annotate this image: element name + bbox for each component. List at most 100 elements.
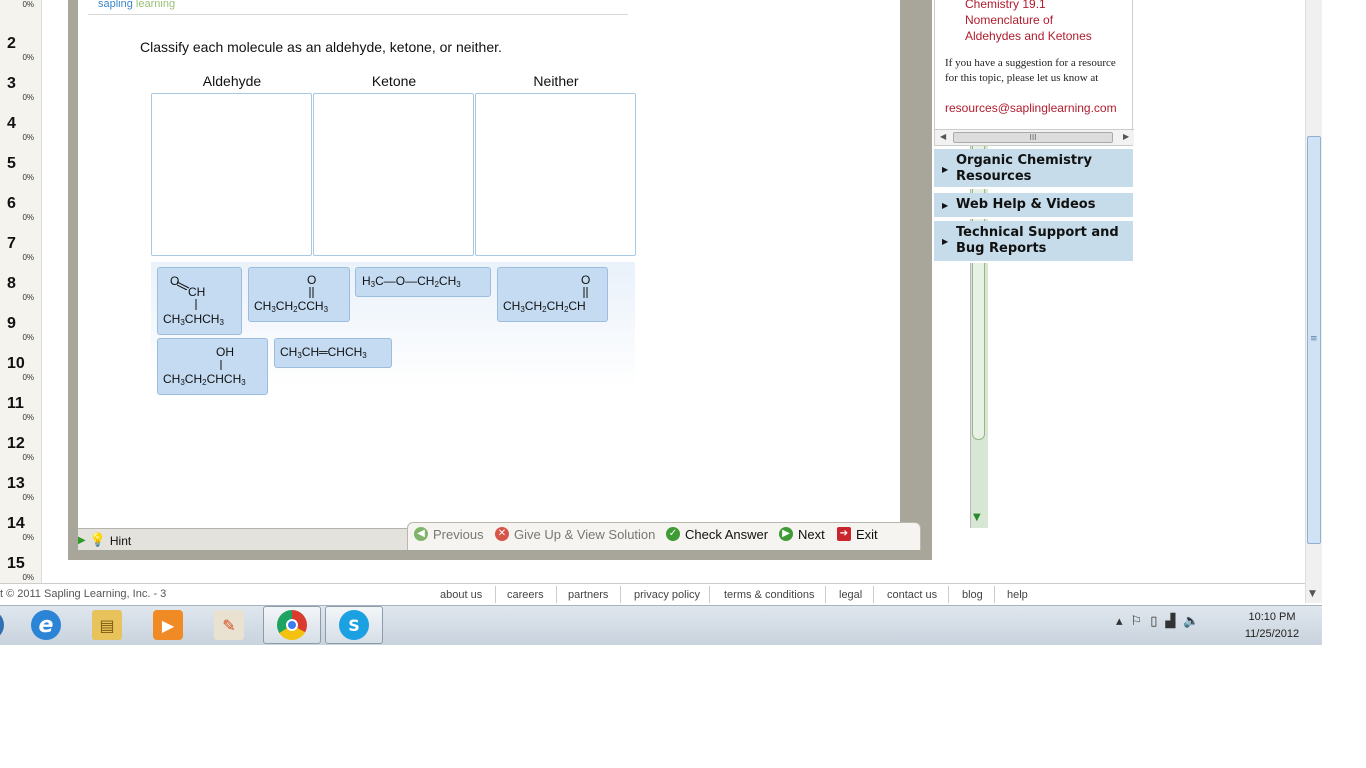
question-item-3[interactable]: 3 0% (0, 75, 42, 115)
drop-zone-aldehyde[interactable] (151, 93, 312, 256)
exit-label: Exit (856, 526, 878, 542)
resource-link-line: Chemistry 19.1 (965, 0, 1046, 11)
question-number: 3 (7, 75, 16, 92)
question-item-14[interactable]: 14 0% (0, 515, 42, 555)
content-gutter (42, 0, 68, 583)
page-scroll-down-icon[interactable]: ▼ (1309, 589, 1316, 599)
taskbar-clock[interactable]: 10:10 PM 11/25/2012 (1236, 609, 1308, 643)
chrome-icon (277, 610, 307, 640)
question-score: 0% (22, 53, 34, 62)
next-button[interactable]: ▶ Next (779, 525, 825, 543)
action-center-flag-icon[interactable]: ⚐ (1131, 614, 1143, 629)
molecule-tile-butanal[interactable]: O CH3CH2CH2CH (497, 267, 608, 322)
start-button[interactable]: ⊞ (0, 606, 18, 644)
section-organic-chemistry-resources[interactable]: ▶ Organic Chemistry Resources (934, 149, 1133, 189)
previous-button[interactable]: ◀ Previous (414, 525, 484, 543)
give-up-x-icon: ✕ (495, 527, 509, 541)
file-explorer-icon: ▤ (92, 610, 122, 640)
footer-divider (948, 586, 949, 603)
footer-link-legal[interactable]: legal (839, 589, 862, 601)
question-item-10[interactable]: 10 0% (0, 355, 42, 395)
section-technical-support[interactable]: ▶ Technical Support and Bug Reports (934, 221, 1133, 263)
drop-zone-ketone[interactable] (313, 93, 474, 256)
question-item-11[interactable]: 11 0% (0, 395, 42, 435)
question-item-8[interactable]: 8 0% (0, 275, 42, 315)
single-bond-line (220, 360, 222, 370)
question-item-1[interactable]: 10% (0, 0, 42, 22)
taskbar-media-player[interactable]: ▶ (139, 606, 197, 644)
question-score: 0% (22, 253, 34, 262)
molecule-tile-2-butanol[interactable]: OH CH3CH2CHCH3 (157, 338, 268, 395)
question-item-12[interactable]: 12 0% (0, 435, 42, 475)
battery-icon[interactable]: ▯ (1150, 614, 1157, 629)
footer-link-help[interactable]: help (1007, 589, 1028, 601)
next-arrow-icon: ▶ (779, 527, 793, 541)
lightbulb-icon: 💡 (89, 533, 106, 548)
resources-email-link[interactable]: resources@saplinglearning.com (945, 101, 1117, 115)
question-score: 0% (22, 573, 34, 582)
question-item-13[interactable]: 13 0% (0, 475, 42, 515)
molecule-tile-ether[interactable]: H3C—O—CH2CH3 (355, 267, 491, 297)
section-label-line: Bug Reports (956, 241, 1047, 256)
question-item-2[interactable]: 2 0% (0, 35, 42, 75)
sapling-logo: sapling learning (98, 0, 175, 10)
give-up-button[interactable]: ✕ Give Up & View Solution (495, 525, 655, 543)
column-header-ketone: Ketone (371, 73, 417, 89)
footer-link-careers[interactable]: careers (507, 589, 544, 601)
taskbar-ie[interactable]: e (17, 606, 75, 644)
scroll-right-arrow-icon[interactable]: ▶ (1123, 132, 1129, 141)
taskbar-explorer[interactable]: ▤ (78, 606, 136, 644)
question-score: 0% (22, 533, 34, 542)
check-answer-button[interactable]: ✓ Check Answer (666, 525, 768, 543)
suggestion-text: If you have a suggestion for a resource … (945, 57, 1116, 84)
clock-time: 10:10 PM (1248, 611, 1296, 623)
horizontal-scroll-thumb[interactable]: III (953, 132, 1113, 143)
question-item-4[interactable]: 4 0% (0, 115, 42, 155)
question-number: 10 (7, 355, 25, 372)
footer-link-privacy[interactable]: privacy policy (634, 589, 700, 601)
show-hidden-icons-icon[interactable]: ▴ (1116, 614, 1123, 629)
question-item-7[interactable]: 7 0% (0, 235, 42, 275)
question-item-5[interactable]: 5 0% (0, 155, 42, 195)
question-number: 9 (7, 315, 16, 332)
footer-link-partners[interactable]: partners (568, 589, 608, 601)
network-signal-icon[interactable]: ▟ (1165, 614, 1175, 629)
section-web-help-videos[interactable]: ▶ Web Help & Videos (934, 193, 1133, 219)
resource-link-line: Nomenclature of (965, 13, 1054, 27)
next-label: Next (798, 526, 825, 542)
expand-triangle-icon: ▶ (942, 165, 949, 174)
question-score: 0% (22, 0, 34, 9)
taskbar-chrome[interactable] (263, 606, 321, 644)
hint-button[interactable]: ▶ 💡 Hint (78, 533, 131, 548)
footer-divider (620, 586, 621, 603)
question-score: 0% (22, 493, 34, 502)
molecule-tile-2-methylpropanal[interactable]: O CH CH3CHCH3 (157, 267, 242, 335)
footer-link-terms[interactable]: terms & conditions (724, 589, 814, 601)
molecule-tile-butanone[interactable]: O CH3CH2CCH3 (248, 267, 350, 322)
question-score: 0% (22, 453, 34, 462)
volume-icon[interactable]: 🔈 (1183, 614, 1199, 629)
column-header-neither: Neither (533, 73, 579, 89)
scroll-left-arrow-icon[interactable]: ◀ (940, 132, 946, 141)
resource-topic-link[interactable]: Chemistry 19.1 Nomenclature of Aldehydes… (965, 0, 1125, 44)
scroll-down-arrow-icon[interactable]: ▼ (973, 512, 981, 523)
taskbar-skype[interactable]: S (325, 606, 383, 644)
question-item-9[interactable]: 9 0% (0, 315, 42, 355)
give-up-label: Give Up & View Solution (514, 526, 656, 542)
footer-link-blog[interactable]: blog (962, 589, 983, 601)
question-item-6[interactable]: 6 0% (0, 195, 42, 235)
exit-button[interactable]: ➔ Exit (837, 525, 878, 543)
screen: 10% 20% 30% 40% 50% 60% 70% 80% 90% 100%… (0, 0, 1366, 768)
question-number: 4 (7, 115, 16, 132)
question-list: 10% 20% 30% 40% 50% 60% 70% 80% 90% 100%… (0, 0, 42, 583)
footer-link-contact[interactable]: contact us (887, 589, 937, 601)
drop-zone-neither[interactable] (475, 93, 636, 256)
question-number: 13 (7, 475, 25, 492)
taskbar-paint[interactable]: ✎ (200, 606, 258, 644)
section-label: Web Help & Videos (956, 197, 1096, 212)
footer-link-about[interactable]: about us (440, 589, 482, 601)
question-score: 0% (22, 333, 34, 342)
question-number: 15 (7, 555, 25, 572)
resource-horizontal-scrollbar[interactable]: ◀ III ▶ (935, 129, 1134, 145)
molecule-tile-2-butene[interactable]: CH3CH═CHCH3 (274, 338, 392, 368)
